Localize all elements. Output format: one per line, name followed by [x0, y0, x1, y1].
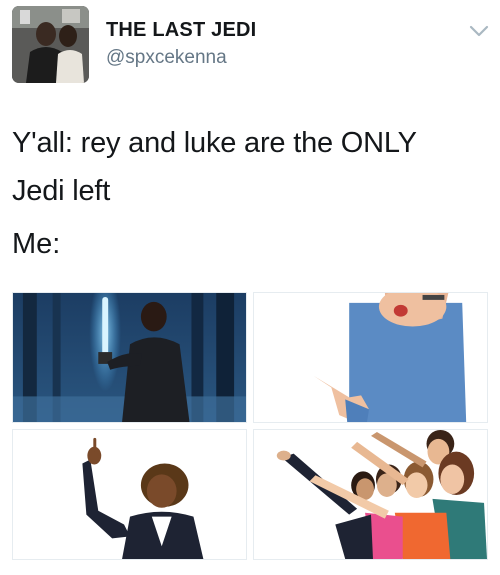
display-name[interactable]: THE LAST JEDI [106, 19, 256, 42]
tweet-text-line: Y'all: rey and luke are the ONLY [12, 127, 417, 159]
reply-label: Me: [12, 228, 61, 260]
media-group-pointing[interactable] [253, 429, 488, 560]
tweet-text: Y'all: rey and luke are the ONLY Jedi le… [12, 119, 488, 215]
media-jedi-lightsaber[interactable] [12, 292, 247, 423]
media-woman-pointing-up[interactable] [12, 429, 247, 560]
tweet-text-line: Jedi left [12, 175, 111, 207]
media-man-pointing-at-self[interactable] [253, 292, 488, 423]
avatar[interactable] [12, 6, 89, 83]
tweet-header: THE LAST JEDI @spxcekenna [0, 0, 500, 90]
chevron-down-icon[interactable] [468, 22, 490, 40]
user-handle[interactable]: @spxcekenna [106, 47, 227, 69]
